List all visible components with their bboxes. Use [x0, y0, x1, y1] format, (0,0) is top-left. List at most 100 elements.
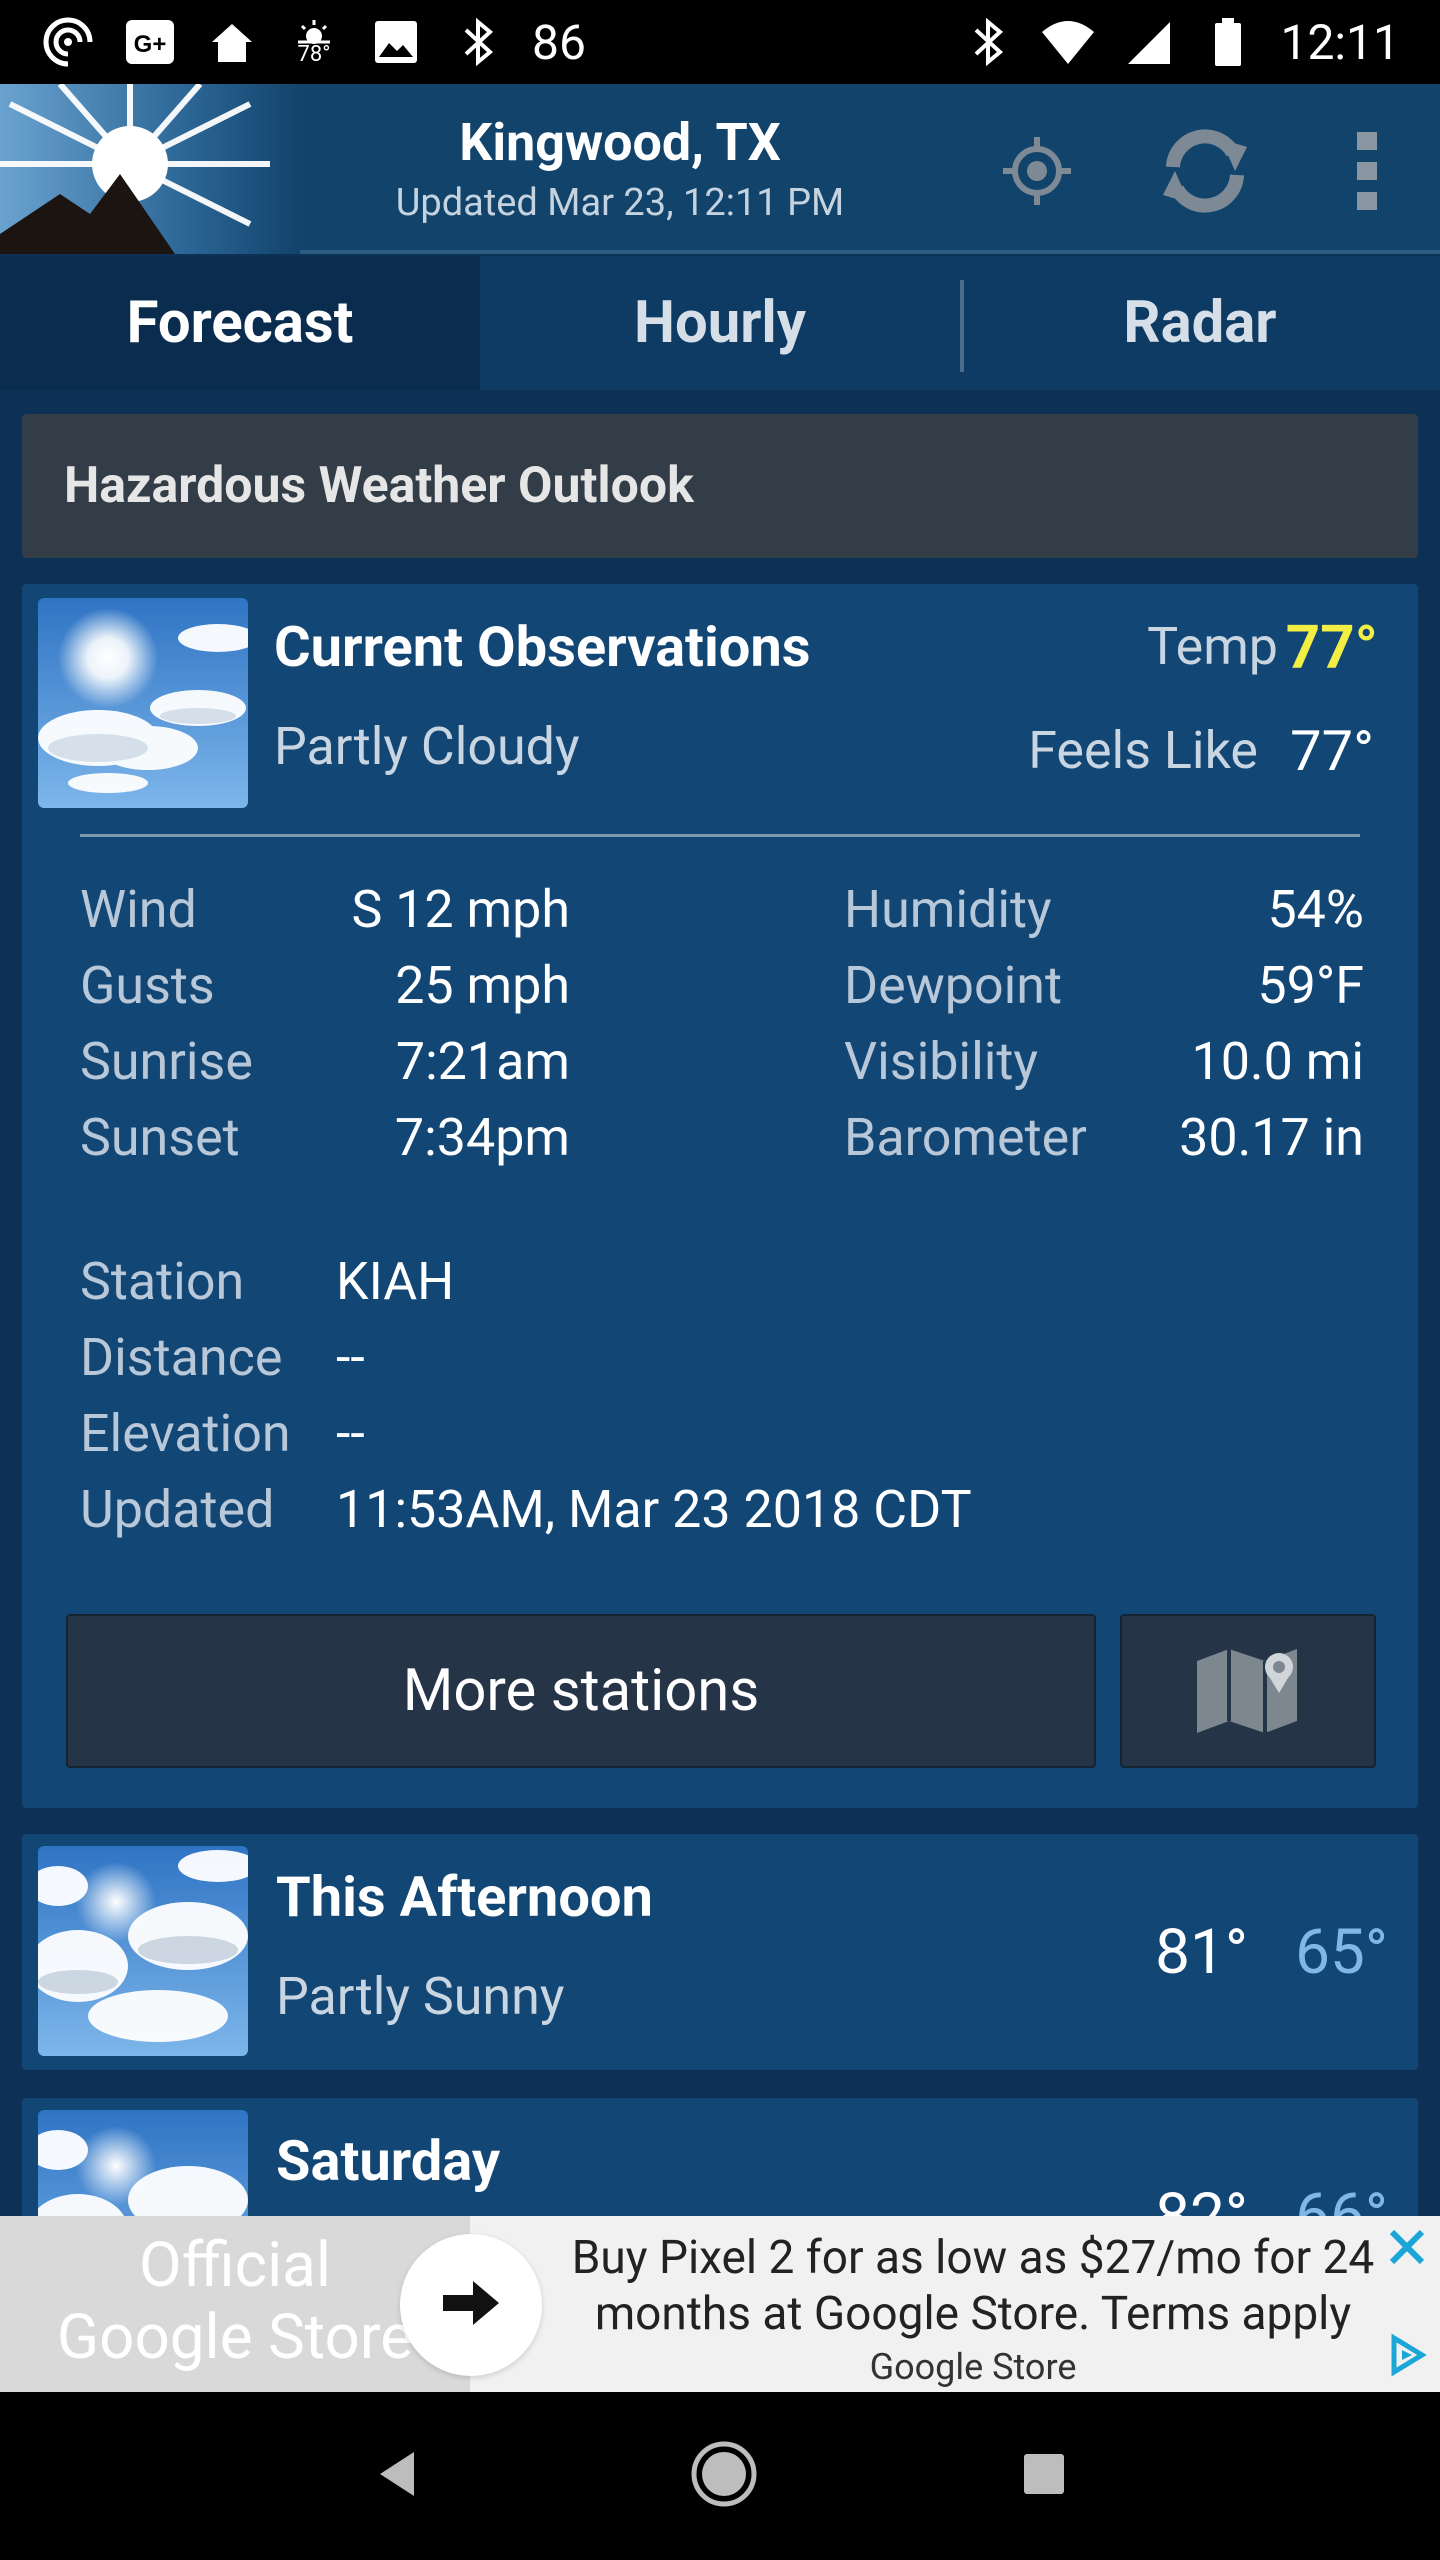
detail-value: S 12 mph	[351, 879, 570, 940]
detail-row: Barometer 30.17 in	[844, 1100, 1374, 1176]
clock: 12:11	[1280, 13, 1400, 71]
detail-label: Wind	[80, 879, 197, 940]
ad-banner[interactable]: Official Google Store Buy Pixel 2 for as…	[0, 2216, 1440, 2392]
map-icon	[1193, 1641, 1303, 1741]
detail-label: Dewpoint	[844, 955, 1063, 1016]
cell-signal-icon	[1120, 14, 1176, 70]
detail-row: Dewpoint 59°F	[844, 948, 1374, 1024]
forecast-row[interactable]: This Afternoon Partly Sunny 81° 65°	[22, 1834, 1418, 2070]
more-stations-button[interactable]: More stations	[66, 1614, 1096, 1768]
current-observations-card: Current Observations Partly Cloudy Temp …	[22, 584, 1418, 1808]
tab-hourly[interactable]: Hourly	[480, 256, 960, 390]
forecast-period: This Afternoon	[276, 1864, 653, 1930]
weather-temp-label: 78°	[297, 42, 331, 67]
hazard-label: Hazardous Weather Outlook	[64, 457, 694, 515]
temp-value: 77°	[1285, 612, 1378, 683]
arrow-right-icon	[439, 2275, 503, 2335]
feels-like-label: Feels Like	[1028, 720, 1258, 781]
detail-value: 59°F	[1257, 955, 1364, 1016]
ad-message: Buy Pixel 2 for as low as $27/mo for 24 …	[548, 2230, 1398, 2342]
bluetooth-icon	[450, 14, 506, 70]
detail-label: Gusts	[80, 955, 215, 1016]
detail-row: Sunset 7:34pm	[80, 1100, 580, 1176]
detail-label: Updated	[80, 1479, 275, 1540]
forecast-condition: Partly Sunny	[276, 1966, 565, 2027]
ad-source: Google Store	[869, 2346, 1077, 2388]
detail-row: Sunrise 7:21am	[80, 1024, 580, 1100]
detail-label: Visibility	[844, 1031, 1038, 1092]
recents-icon[interactable]	[1018, 2448, 1070, 2504]
divider	[80, 834, 1360, 837]
detail-value: 11:53AM, Mar 23 2018 CDT	[336, 1479, 972, 1540]
detail-label: Barometer	[844, 1107, 1087, 1168]
wifi-icon	[1040, 14, 1096, 70]
detail-label: Sunrise	[80, 1031, 253, 1092]
current-obs-title: Current Observations	[274, 614, 811, 680]
left-details: Wind S 12 mph Gusts 25 mph Sunrise 7:21am S…	[80, 872, 580, 1176]
overflow-menu-icon[interactable]	[1322, 126, 1412, 216]
hazardous-weather-outlook[interactable]: Hazardous Weather Outlook	[22, 414, 1418, 558]
tab-bar: Forecast Hourly Radar	[0, 256, 1440, 390]
detail-row: Station KIAH	[80, 1244, 1360, 1320]
feels-like-value: 77°	[1290, 718, 1374, 784]
google-plus-icon: G+	[122, 14, 178, 70]
detail-value: KIAH	[336, 1251, 455, 1312]
refresh-icon[interactable]	[1148, 114, 1262, 228]
ad-message-line: months at Google Store. Terms apply	[594, 2287, 1352, 2341]
home-button-icon[interactable]	[689, 2439, 759, 2513]
app-logo	[0, 82, 300, 254]
last-updated: Updated Mar 23, 12:11 PM	[395, 181, 845, 225]
app-header: Kingwood, TX Updated Mar 23, 12:11 PM	[0, 82, 1440, 254]
tab-forecast[interactable]: Forecast	[0, 256, 480, 390]
weather-temp-icon: 78°	[286, 14, 342, 70]
station-details: Station KIAH Distance -- Elevation -- Updat…	[80, 1244, 1360, 1548]
detail-row: Visibility 10.0 mi	[844, 1024, 1374, 1100]
forecast-high: 81°	[1155, 1916, 1248, 1989]
detail-row: Humidity 54%	[844, 872, 1374, 948]
partly-sunny-icon	[38, 1846, 248, 2056]
detail-row: Updated 11:53AM, Mar 23 2018 CDT	[80, 1472, 1360, 1548]
svg-text:G+: G+	[134, 31, 167, 58]
detail-value: 7:34pm	[394, 1107, 570, 1168]
system-nav-bar	[0, 2392, 1440, 2560]
detail-label: Station	[80, 1251, 245, 1312]
detail-label: Distance	[80, 1327, 283, 1388]
adchoices-icon[interactable]	[1384, 2332, 1430, 2378]
detail-value: 10.0 mi	[1191, 1031, 1364, 1092]
tab-divider	[960, 280, 964, 372]
detail-value: 25 mph	[395, 955, 570, 1016]
partly-cloudy-icon	[38, 598, 248, 808]
detail-row: Distance --	[80, 1320, 1360, 1396]
more-stations-label: More stations	[402, 1657, 760, 1725]
image-icon	[368, 14, 424, 70]
forecast-period: Saturday	[276, 2128, 501, 2194]
status-bar: G+ 78° 86 12:11	[0, 0, 1440, 84]
detail-row: Elevation --	[80, 1396, 1360, 1472]
detail-value: --	[336, 1327, 365, 1388]
detail-row: Gusts 25 mph	[80, 948, 580, 1024]
ad-arrow-button[interactable]	[400, 2234, 542, 2376]
detail-value: 30.17 in	[1179, 1107, 1364, 1168]
status-number: 86	[532, 13, 586, 71]
detail-row: Wind S 12 mph	[80, 872, 580, 948]
map-button[interactable]	[1120, 1614, 1376, 1768]
battery-icon	[1200, 14, 1256, 70]
ad-close-icon[interactable]	[1384, 2224, 1430, 2270]
forecast-low: 65°	[1295, 1916, 1388, 1989]
current-condition: Partly Cloudy	[274, 716, 580, 777]
bluetooth-status-icon	[960, 14, 1016, 70]
back-icon[interactable]	[370, 2444, 430, 2508]
detail-value: --	[336, 1403, 365, 1464]
location-icon[interactable]	[992, 126, 1082, 216]
detail-value: 7:21am	[395, 1031, 570, 1092]
ad-message-line: Buy Pixel 2 for as low as $27/mo for 24	[571, 2231, 1375, 2285]
detail-label: Elevation	[80, 1403, 291, 1464]
hotspot-icon	[40, 14, 96, 70]
location-name[interactable]: Kingwood, TX	[360, 112, 880, 173]
ad-left-line: Official	[139, 2229, 331, 2302]
temp-label: Temp	[1147, 616, 1278, 677]
home-icon	[204, 14, 260, 70]
detail-label: Sunset	[80, 1107, 240, 1168]
tab-radar[interactable]: Radar	[960, 256, 1440, 390]
detail-label: Humidity	[844, 879, 1052, 940]
